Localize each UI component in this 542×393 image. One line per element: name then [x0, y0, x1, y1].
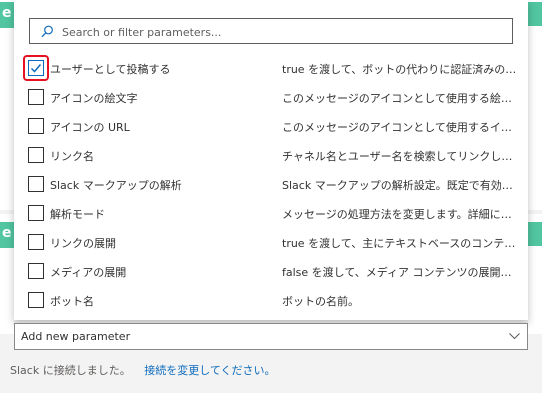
- connection-status: Slack に接続しました。: [10, 364, 131, 377]
- parameter-name: ユーザーとして投稿する: [50, 63, 171, 76]
- parameter-name: アイコンの絵文字: [50, 92, 138, 105]
- parameter-description: ボットの名前。: [282, 295, 359, 308]
- parameter-row[interactable]: メディアの展開 false を渡して、メディア コンテンツの展開を無効にしま...: [14, 258, 528, 287]
- connector-header-strip: [528, 2, 542, 26]
- parameter-checkbox[interactable]: [28, 60, 44, 76]
- add-new-parameter-label: Add new parameter: [21, 330, 131, 343]
- parameter-checkbox[interactable]: [28, 205, 44, 221]
- parameter-description: チャネル名とユーザー名を検索してリンクします。: [282, 150, 518, 163]
- background-card: [528, 0, 542, 210]
- parameter-checkbox[interactable]: [28, 263, 44, 279]
- parameter-checkbox[interactable]: [28, 89, 44, 105]
- parameter-checkbox[interactable]: [28, 234, 44, 250]
- parameter-row[interactable]: リンク名 チャネル名とユーザー名を検索してリンクします。: [14, 142, 528, 171]
- parameter-description: false を渡して、メディア コンテンツの展開を無効にしま...: [282, 266, 518, 279]
- add-new-parameter-dropdown[interactable]: Add new parameter: [14, 323, 528, 350]
- connector-header-strip: [528, 222, 542, 246]
- chevron-down-icon: [509, 333, 520, 340]
- connector-icon: e: [0, 2, 14, 28]
- change-connection-link[interactable]: 接続を変更してください。: [144, 364, 275, 377]
- parameter-description: メッセージの処理方法を変更します。詳細については...: [282, 208, 518, 221]
- parameter-row[interactable]: リンクの展開 true を渡して、主にテキストベースのコンテンツの展開...: [14, 229, 528, 258]
- parameter-checkbox[interactable]: [28, 176, 44, 192]
- search-icon: [41, 25, 53, 38]
- parameter-row[interactable]: ユーザーとして投稿する true を渡して、ボットの代わりに認証済みのユーザーと.…: [14, 55, 528, 84]
- parameter-name: ボット名: [50, 295, 94, 308]
- parameter-name: Slack マークアップの解析: [50, 179, 182, 192]
- parameter-name: リンク名: [50, 150, 94, 163]
- parameter-description: true を渡して、ボットの代わりに認証済みのユーザーと...: [282, 63, 518, 76]
- parameter-row[interactable]: ボット名 ボットの名前。: [14, 287, 528, 316]
- checkmark-icon: [30, 64, 42, 73]
- parameter-search-box[interactable]: [29, 18, 513, 44]
- parameter-name: メディアの展開: [50, 266, 127, 279]
- connector-icon: e: [0, 222, 14, 248]
- parameter-checkbox[interactable]: [28, 118, 44, 134]
- parameter-row[interactable]: アイコンの URL このメッセージのアイコンとして使用するイメージへの UR...: [14, 113, 528, 142]
- parameter-name: リンクの展開: [50, 237, 116, 250]
- parameter-name: 解析モード: [50, 208, 105, 221]
- parameter-description: true を渡して、主にテキストベースのコンテンツの展開...: [282, 237, 518, 250]
- parameter-name: アイコンの URL: [50, 121, 130, 134]
- search-input[interactable]: [60, 21, 504, 43]
- parameter-checkbox[interactable]: [28, 292, 44, 308]
- background-card: [0, 0, 14, 210]
- parameter-dropdown-panel: ユーザーとして投稿する true を渡して、ボットの代わりに認証済みのユーザーと.…: [14, 0, 528, 320]
- parameter-checkbox[interactable]: [28, 147, 44, 163]
- parameter-row[interactable]: Slack マークアップの解析 Slack マークアップの解析設定。既定で有効です…: [14, 171, 528, 200]
- parameter-description: このメッセージのアイコンとして使用するイメージへの UR...: [282, 121, 518, 134]
- parameter-description: Slack マークアップの解析設定。既定で有効です。: [282, 179, 518, 192]
- parameter-row[interactable]: 解析モード メッセージの処理方法を変更します。詳細については...: [14, 200, 528, 229]
- connection-footer: Slack に接続しました。 接続を変更してください。: [10, 362, 276, 378]
- parameter-row[interactable]: アイコンの絵文字 このメッセージのアイコンとして使用する絵文字。: [14, 84, 528, 113]
- parameter-description: このメッセージのアイコンとして使用する絵文字。: [282, 92, 518, 105]
